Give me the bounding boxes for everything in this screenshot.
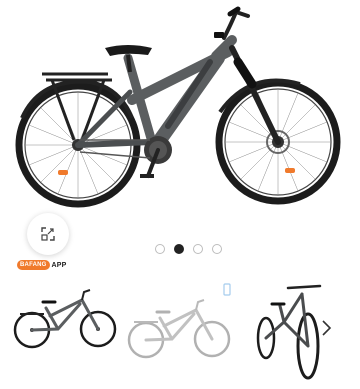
chevron-right-icon[interactable] bbox=[318, 318, 334, 338]
brand-logo-text: BAFANG bbox=[17, 260, 50, 270]
carousel-dot-3[interactable] bbox=[193, 244, 203, 254]
bafang-app-badge: BAFANG APP bbox=[17, 260, 67, 270]
carousel-dot-1[interactable] bbox=[155, 244, 165, 254]
app-label: APP bbox=[51, 261, 67, 269]
product-thumbnail-3[interactable] bbox=[250, 282, 328, 382]
product-thumbnail-2[interactable] bbox=[126, 282, 234, 382]
expand-icon bbox=[41, 227, 55, 241]
product-thumbnail-1[interactable] bbox=[10, 282, 122, 382]
carousel-dot-4[interactable] bbox=[212, 244, 222, 254]
expand-image-button[interactable] bbox=[27, 213, 69, 255]
product-main-image bbox=[15, 6, 341, 208]
carousel-pagination bbox=[155, 244, 222, 254]
carousel-dot-2[interactable] bbox=[174, 244, 184, 254]
